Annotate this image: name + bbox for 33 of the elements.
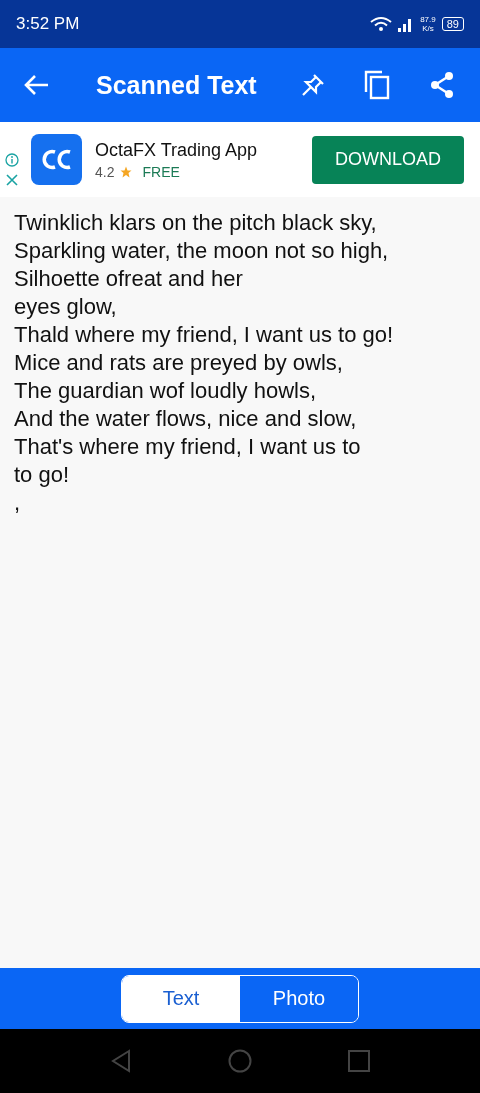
scanned-text-line: And the water flows, nice and slow,: [14, 405, 358, 433]
wifi-icon: [370, 16, 393, 32]
ad-app-name: OctaFX Trading App: [95, 139, 259, 161]
scanned-text-line: eyes glow,: [14, 293, 118, 321]
recents-nav-icon[interactable]: [348, 1050, 370, 1072]
star-icon: [120, 165, 133, 178]
download-button[interactable]: DOWNLOAD: [312, 135, 464, 184]
back-nav-icon[interactable]: [110, 1049, 132, 1073]
share-icon[interactable]: [428, 71, 456, 99]
info-icon[interactable]: [5, 152, 19, 167]
scanned-text-line: Mice and rats are preyed by owls,: [14, 349, 344, 377]
close-icon[interactable]: [5, 172, 19, 187]
screen-title: Scanned Text: [96, 70, 258, 100]
network-speed: 87.9: [420, 15, 436, 24]
app-rating: 4.2: [95, 163, 115, 180]
app-logo-icon: [31, 134, 82, 185]
battery-indicator: 89: [441, 17, 464, 31]
view-tab[interactable]: Text: [122, 975, 240, 1022]
app-price: FREE: [142, 163, 180, 180]
home-nav-icon[interactable]: [228, 1049, 252, 1073]
scanned-text-line: ,: [14, 489, 22, 517]
speed-unit: K/s: [422, 24, 434, 33]
scanned-text-line: Twinklich klars on the pitch black sky,: [14, 209, 378, 237]
pin-icon[interactable]: [300, 72, 326, 98]
scanned-text-line: The guardian wof loudly howls,: [14, 377, 318, 405]
back-arrow-icon[interactable]: [24, 74, 50, 96]
clock: 3:52 PM: [16, 14, 80, 34]
scanned-text-line: Thald where my friend, I want us to go!: [14, 321, 395, 349]
scanned-text-line: to go!: [14, 461, 71, 489]
copy-icon[interactable]: [364, 70, 390, 100]
scanned-text-line: Sparkling water, the moon not so high,: [14, 237, 390, 265]
scanned-text-line: That's where my friend, I want us to: [14, 433, 362, 461]
scanned-text-line: Silhoette ofreat and her: [14, 265, 244, 293]
